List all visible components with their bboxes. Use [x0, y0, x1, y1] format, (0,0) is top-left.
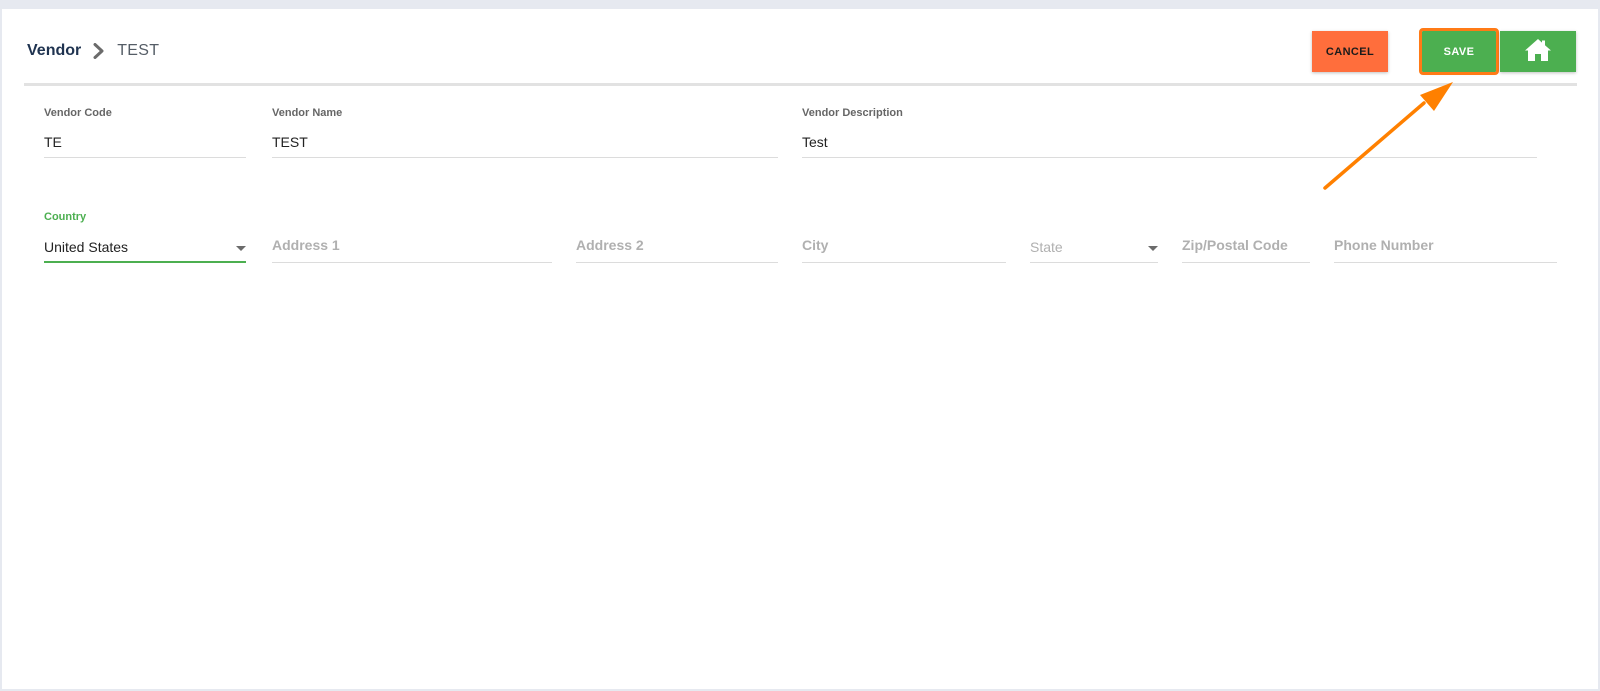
state-select[interactable]: State	[1030, 239, 1063, 255]
country-label: Country	[44, 211, 87, 223]
save-button[interactable]: SAVE	[1419, 28, 1499, 75]
country-dropdown-icon[interactable]	[236, 246, 246, 251]
chevron-right-icon	[92, 43, 106, 59]
address2-underline	[576, 262, 778, 263]
state-dropdown-icon[interactable]	[1148, 246, 1158, 251]
address2-input[interactable]: Address 2	[576, 237, 644, 253]
vendor-name-field[interactable]: Vendor Name TEST	[272, 107, 778, 167]
vendor-name-label: Vendor Name	[272, 107, 343, 119]
address1-field[interactable]: Address 1	[272, 211, 552, 271]
country-underline	[44, 261, 246, 263]
phone-field[interactable]: Phone Number	[1334, 211, 1557, 271]
page-header: Vendor TEST CANCEL SAVE	[2, 9, 1598, 89]
country-select[interactable]: United States	[44, 239, 128, 255]
breadcrumb: Vendor TEST	[27, 40, 159, 62]
address1-underline	[272, 262, 552, 263]
vendor-code-label: Vendor Code	[44, 107, 112, 119]
vendor-description-underline	[802, 157, 1537, 158]
address2-field[interactable]: Address 2	[576, 211, 778, 271]
vendor-code-underline	[44, 157, 246, 158]
city-field[interactable]: City	[802, 211, 1006, 271]
city-input[interactable]: City	[802, 237, 828, 253]
country-field[interactable]: Country United States	[44, 211, 246, 271]
zip-field[interactable]: Zip/Postal Code	[1182, 211, 1310, 271]
vendor-code-field[interactable]: Vendor Code TE	[44, 107, 246, 167]
header-divider	[24, 83, 1577, 86]
zip-input[interactable]: Zip/Postal Code	[1182, 237, 1288, 253]
breadcrumb-root[interactable]: Vendor	[27, 42, 81, 60]
state-field[interactable]: State	[1030, 211, 1158, 271]
address1-input[interactable]: Address 1	[272, 237, 340, 253]
zip-underline	[1182, 262, 1310, 263]
cancel-button[interactable]: CANCEL	[1312, 31, 1388, 72]
vendor-name-input[interactable]: TEST	[272, 134, 308, 150]
home-icon	[1524, 38, 1552, 65]
vendor-description-input[interactable]: Test	[802, 134, 828, 150]
state-underline	[1030, 262, 1158, 263]
vendor-name-underline	[272, 157, 778, 158]
vendor-description-field[interactable]: Vendor Description Test	[802, 107, 1537, 167]
vendor-edit-card: Vendor TEST CANCEL SAVE Vendor Code TE V…	[2, 9, 1598, 689]
phone-underline	[1334, 262, 1557, 263]
phone-input[interactable]: Phone Number	[1334, 237, 1434, 253]
home-button[interactable]	[1500, 31, 1576, 72]
city-underline	[802, 262, 1006, 263]
vendor-description-label: Vendor Description	[802, 107, 903, 119]
vendor-code-input[interactable]: TE	[44, 134, 62, 150]
breadcrumb-current: TEST	[117, 42, 160, 59]
